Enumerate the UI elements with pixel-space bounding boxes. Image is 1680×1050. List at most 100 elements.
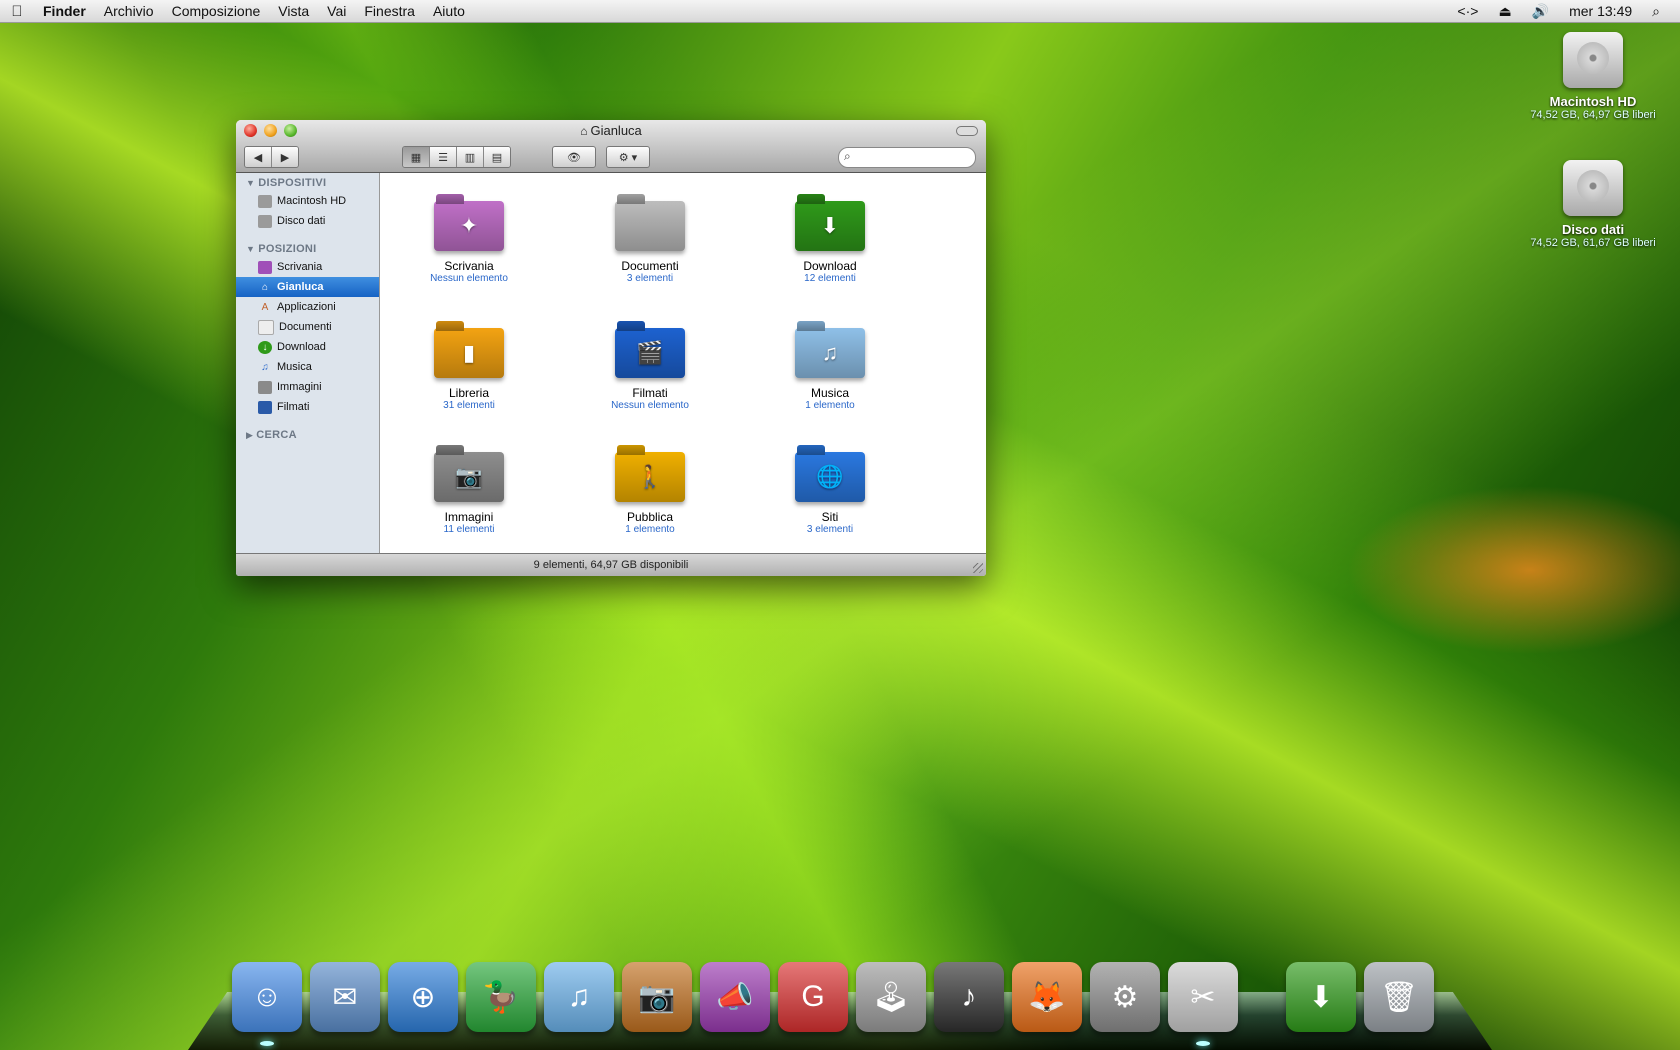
item-name: Download <box>803 259 857 273</box>
spotlight-icon[interactable]: ⌕ <box>1642 3 1670 20</box>
desktop-drive-macintosh-hd[interactable]: Macintosh HD 74,52 GB, 64,97 GB liberi <box>1508 32 1678 121</box>
disclosure-triangle-icon: ▶ <box>246 430 254 440</box>
item-name: Libreria <box>448 386 490 400</box>
hard-drive-icon <box>1563 160 1623 216</box>
dock-trash-icon[interactable]: 🗑 <box>1364 962 1434 1032</box>
menu-aiuto[interactable]: Aiuto <box>424 3 474 19</box>
search-input[interactable] <box>859 149 971 166</box>
folder-item-scrivania[interactable]: ✦ Scrivania Nessun elemento <box>394 187 544 284</box>
sites-folder-icon: 🌐 <box>791 438 869 504</box>
menu-vai[interactable]: Vai <box>318 3 355 19</box>
dock-podcast-icon[interactable]: 📣 <box>700 962 770 1032</box>
documents-folder-icon <box>611 187 689 253</box>
forward-button[interactable]: ▶ <box>272 147 298 167</box>
dock-finder-icon[interactable]: ☺ <box>232 962 302 1046</box>
sidebar-item-documenti[interactable]: Documenti <box>236 317 379 337</box>
menu-vista[interactable]: Vista <box>269 3 318 19</box>
sidebar-item-filmati[interactable]: Filmati <box>236 397 379 417</box>
home-icon: ⌂ <box>261 281 269 293</box>
column-view-button[interactable]: ▥ <box>457 147 484 167</box>
apple-menu-icon[interactable]:  <box>0 3 34 20</box>
dock-joystick-icon[interactable]: 🕹 <box>856 962 926 1032</box>
drive-info: 74,52 GB, 61,67 GB liberi <box>1530 237 1656 249</box>
folder-item-siti[interactable]: 🌐 Siti 3 elementi <box>755 438 905 535</box>
quick-look-button[interactable]: 👁 <box>552 146 596 168</box>
desktop-drive-disco-dati[interactable]: Disco dati 74,52 GB, 61,67 GB liberi <box>1508 160 1678 249</box>
folder-item-documenti[interactable]: Documenti 3 elementi <box>575 187 725 284</box>
dock-mail-icon[interactable]: ✉ <box>310 962 380 1032</box>
sidebar-item-macintosh-hd[interactable]: Macintosh HD <box>236 191 379 211</box>
menu-composizione[interactable]: Composizione <box>163 3 270 19</box>
disclosure-triangle-icon: ▼ <box>246 244 256 254</box>
view-switcher: ▦ ☰ ▥ ▤ <box>402 146 511 168</box>
download-folder-icon: ⬇ <box>791 187 869 253</box>
sidebar-header-devices[interactable]: ▼ DISPOSITIVI <box>236 173 379 191</box>
item-count: 3 elementi <box>806 524 854 535</box>
dock-pdf-icon[interactable]: G <box>778 962 848 1032</box>
list-view-button[interactable]: ☰ <box>430 147 457 167</box>
hard-drive-icon <box>1563 32 1623 88</box>
dock-scissors-icon[interactable]: ✂ <box>1168 962 1238 1046</box>
sidebar-header-places[interactable]: ▼ POSIZIONI <box>236 239 379 257</box>
folder-item-filmati[interactable]: 🎬 Filmati Nessun elemento <box>575 314 725 411</box>
sidebar-item-label: Macintosh HD <box>277 195 347 207</box>
sidebar-item-applicazioni[interactable]: A Applicazioni <box>236 297 379 317</box>
sidebar-item-label: Filmati <box>277 401 310 413</box>
sidebar-item-immagini[interactable]: Immagini <box>236 377 379 397</box>
dock-safari-icon[interactable]: ⊕ <box>388 962 458 1032</box>
drive-name: Macintosh HD <box>1549 94 1637 109</box>
sidebar-item-disco-dati[interactable]: Disco dati <box>236 211 379 231</box>
coverflow-view-button[interactable]: ▤ <box>484 147 510 167</box>
back-button[interactable]: ◀ <box>245 147 272 167</box>
toolbar-toggle-button[interactable] <box>956 126 978 136</box>
network-icon[interactable]: <·> <box>1447 3 1488 19</box>
clock[interactable]: mer 13:49 <box>1559 3 1642 19</box>
sidebar-item-scrivania[interactable]: Scrivania <box>236 257 379 277</box>
dock-firefox-icon[interactable]: 🦊 <box>1012 962 1082 1032</box>
window-toolbar[interactable]: ⌂ Gianluca ◀ ▶ ▦ ☰ ▥ ▤ 👁 ⚙ ▾ ⌕ <box>236 120 986 173</box>
sidebar-item-musica[interactable]: ♫ Musica <box>236 357 379 377</box>
sidebar-header-devices-label: DISPOSITIVI <box>258 177 327 189</box>
sidebar-item-label: Immagini <box>277 381 322 393</box>
item-count: 11 elementi <box>443 524 495 535</box>
sidebar-item-gianluca[interactable]: ⌂ Gianluca <box>236 277 379 297</box>
menu-app-finder[interactable]: Finder <box>34 3 95 19</box>
item-count: 12 elementi <box>804 273 856 284</box>
dock-itunes-icon[interactable]: ♫ <box>544 962 614 1032</box>
folder-item-immagini[interactable]: 📷 Immagini 11 elementi <box>394 438 544 535</box>
action-menu-button[interactable]: ⚙ ▾ <box>606 146 650 168</box>
sidebar-header-search[interactable]: ▶ CERCA <box>236 425 379 443</box>
item-count: 31 elementi <box>443 400 495 411</box>
resize-grip-icon[interactable] <box>973 563 983 573</box>
folder-item-musica[interactable]: ♫ Musica 1 elemento <box>755 314 905 411</box>
folder-item-pubblica[interactable]: 🚶 Pubblica 1 elemento <box>575 438 725 535</box>
icon-view-button[interactable]: ▦ <box>403 147 430 167</box>
menu-archivio[interactable]: Archivio <box>95 3 163 19</box>
volume-icon[interactable]: 🔊 <box>1522 3 1559 20</box>
search-field[interactable]: ⌕ <box>838 147 976 168</box>
folder-item-libreria[interactable]: ▮ Libreria 31 elementi <box>394 314 544 411</box>
pictures-folder-icon: 📷 <box>430 438 508 504</box>
item-count: 3 elementi <box>626 273 674 284</box>
icon-view: ✦ Scrivania Nessun elemento Documenti 3 … <box>380 173 986 554</box>
dock-system-preferences-icon[interactable]: ⚙ <box>1090 962 1160 1032</box>
music-folder-icon: ♫ <box>791 314 869 380</box>
running-indicator <box>1196 1041 1210 1046</box>
item-count: 1 elemento <box>625 524 675 535</box>
sidebar-item-label: Disco dati <box>277 215 326 227</box>
dock-downloads-stack-icon[interactable]: ⬇ <box>1286 962 1356 1032</box>
drive-info: 74,52 GB, 64,97 GB liberi <box>1530 109 1656 121</box>
item-count: Nessun elemento <box>430 273 508 284</box>
applications-icon: A <box>261 301 269 313</box>
dock-iphoto-icon[interactable]: 📷 <box>622 962 692 1032</box>
eject-icon[interactable]: ⏏ <box>1488 3 1521 20</box>
item-name: Pubblica <box>626 510 674 524</box>
status-bar: 9 elementi, 64,97 GB disponibili <box>236 553 986 576</box>
folder-item-download[interactable]: ⬇ Download 12 elementi <box>755 187 905 284</box>
sidebar-item-download[interactable]: ↓ Download <box>236 337 379 357</box>
menu-finestra[interactable]: Finestra <box>355 3 424 19</box>
dock-adium-icon[interactable]: 🦆 <box>466 962 536 1032</box>
status-text: 9 elementi, 64,97 GB disponibili <box>533 559 689 571</box>
dock-garageband-icon[interactable]: ♪ <box>934 962 1004 1032</box>
item-count: 1 elemento <box>805 400 855 411</box>
